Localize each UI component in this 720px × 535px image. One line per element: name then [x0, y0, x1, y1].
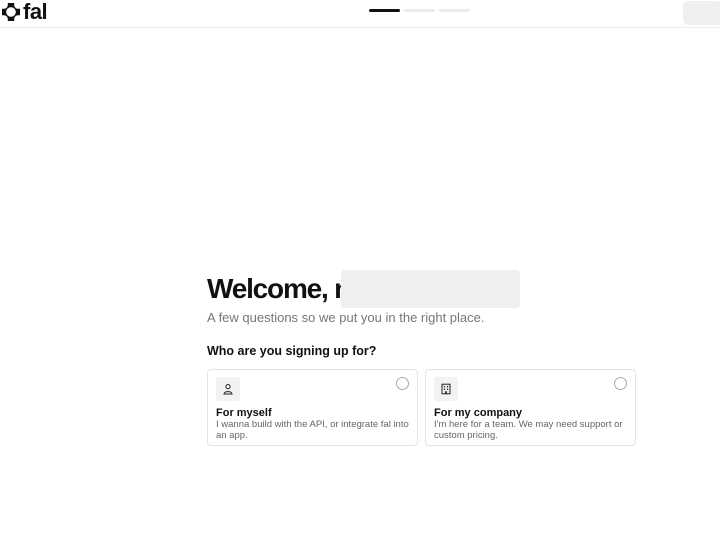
progress-step-2 — [404, 9, 435, 12]
fal-logo-icon — [2, 3, 20, 21]
building-icon — [434, 377, 458, 401]
progress-step-1 — [369, 9, 400, 12]
welcome-subtitle: A few questions so we put you in the rig… — [207, 310, 485, 325]
onboarding-progress — [369, 9, 470, 12]
welcome-heading-row: Welcome, m — [207, 270, 637, 308]
option-title: For my company — [434, 407, 523, 419]
logo-text: fal — [23, 0, 48, 24]
signup-question: Who are you signing up for? — [207, 344, 377, 358]
option-description: I wanna build with the API, or integrate… — [216, 419, 409, 441]
option-title: For myself — [216, 407, 272, 419]
signup-options: For myself I wanna build with the API, o… — [207, 369, 636, 446]
fal-logo[interactable]: fal — [1, 0, 48, 24]
progress-step-3 — [439, 9, 470, 12]
option-for-myself[interactable]: For myself I wanna build with the API, o… — [207, 369, 418, 446]
redacted-name — [341, 270, 520, 308]
welcome-title: Welcome, m — [207, 273, 359, 304]
option-for-my-company[interactable]: For my company I'm here for a team. We m… — [425, 369, 636, 446]
onboarding-form: Welcome, m A few questions so we put you… — [207, 270, 637, 446]
option-description: I'm here for a team. We may need support… — [434, 419, 623, 441]
top-bar: fal — [0, 0, 720, 28]
radio-for-my-company[interactable] — [614, 377, 627, 390]
radio-for-myself[interactable] — [396, 377, 409, 390]
top-right-button[interactable] — [683, 1, 720, 25]
person-icon — [216, 377, 240, 401]
